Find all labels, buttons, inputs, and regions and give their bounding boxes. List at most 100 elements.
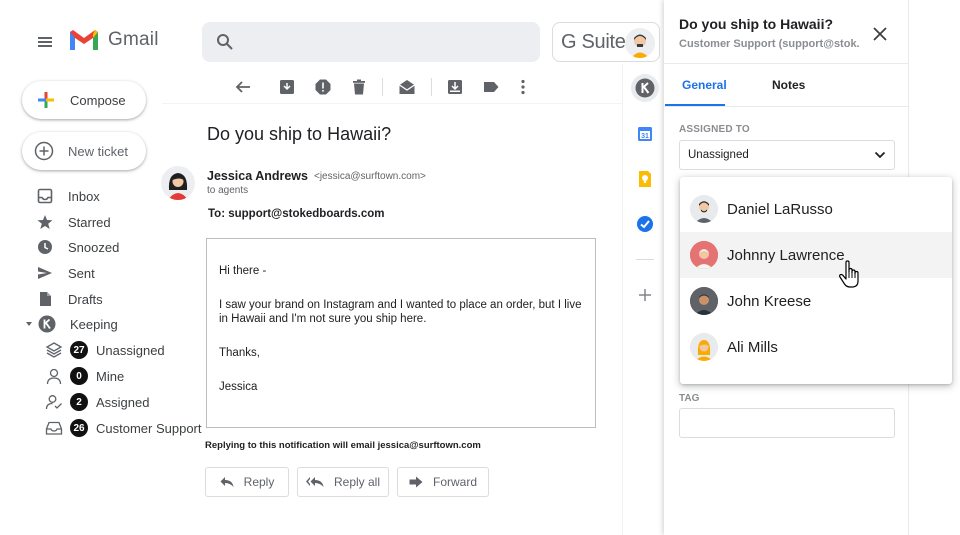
layers-icon: [44, 340, 64, 360]
sidebar-subitem-customer-support[interactable]: 26 Customer Support: [44, 417, 202, 439]
reply-all-button[interactable]: Reply all: [297, 467, 389, 497]
caret-down-icon[interactable]: [24, 319, 34, 329]
sidebar-item-label: Snoozed: [68, 239, 120, 255]
close-icon[interactable]: [870, 24, 890, 44]
assignee-name: Ali Mills: [727, 338, 778, 356]
tab-notes[interactable]: Notes: [772, 78, 805, 92]
reply-label: Reply: [243, 475, 275, 489]
app-name: Gmail: [108, 29, 159, 50]
sidebar-item-label: Inbox: [68, 188, 100, 204]
main-menu-button[interactable]: [30, 27, 60, 57]
search-input[interactable]: [202, 22, 540, 62]
tag-label: TAG: [679, 393, 700, 404]
sidebar-item-label: Sent: [68, 265, 95, 281]
inbox-icon: [36, 187, 54, 205]
assigned-to-select[interactable]: Unassigned: [679, 140, 895, 170]
panel-title: Do you ship to Hawaii?: [679, 16, 834, 32]
compose-label: Compose: [70, 92, 126, 108]
back-arrow-icon[interactable]: [234, 78, 252, 96]
more-vert-icon[interactable]: [514, 78, 532, 96]
toolbar-separator: [431, 78, 432, 96]
sidebar-item-label: Assigned: [96, 394, 150, 410]
forward-label: Forward: [432, 475, 477, 489]
panel-subtitle: Customer Support (support@stok...: [679, 38, 859, 50]
report-spam-icon[interactable]: [314, 78, 332, 96]
count-badge: 0: [70, 367, 88, 385]
assignee-option[interactable]: Daniel LaRusso: [680, 186, 952, 232]
recipient-meta[interactable]: to agents: [207, 185, 248, 196]
message-subject: Do you ship to Hawaii?: [207, 124, 392, 144]
user-avatar-icon: [631, 34, 649, 58]
add-addon-icon[interactable]: [636, 286, 654, 304]
count-badge: 26: [70, 419, 88, 437]
add-circle-icon: [34, 141, 54, 161]
keeping-addon-button[interactable]: [631, 74, 659, 102]
sidebar-item-starred[interactable]: Starred: [36, 211, 111, 233]
toolbar-divider: [162, 103, 622, 104]
keep-notes-icon[interactable]: [636, 170, 654, 188]
assignee-option[interactable]: John Kreese: [680, 278, 952, 324]
body-greeting: Hi there -: [219, 265, 267, 277]
panel-header-divider: [664, 63, 908, 64]
label-icon[interactable]: [482, 78, 500, 96]
sender-name[interactable]: Jessica Andrews: [207, 169, 308, 183]
sender-email: <jessica@surftown.com>: [314, 171, 426, 182]
avatar: [690, 333, 718, 361]
sidebar-subitem-mine[interactable]: 0 Mine: [44, 365, 124, 387]
body-closing: Thanks,: [219, 347, 260, 359]
sidebar-subitem-assigned[interactable]: 2 Assigned: [44, 391, 149, 413]
search-icon[interactable]: [216, 33, 234, 51]
keeping-logo-icon: [635, 78, 655, 98]
avatar: [690, 241, 718, 269]
draft-icon: [36, 290, 54, 308]
sidebar-item-label: Keeping: [70, 316, 118, 332]
body-paragraph: I saw your brand on Instagram and I want…: [219, 299, 582, 325]
sidebar-subitem-unassigned[interactable]: 27 Unassigned: [44, 339, 165, 361]
avatar-ali-icon: [690, 333, 718, 361]
plus-color-icon: [38, 92, 54, 108]
sidebar-item-inbox[interactable]: Inbox: [36, 185, 100, 207]
calendar-icon[interactable]: 31: [636, 125, 654, 143]
avatar: [690, 195, 718, 223]
reply-all-icon: [305, 477, 324, 487]
tasks-icon[interactable]: [636, 215, 654, 233]
assignee-name: John Kreese: [727, 292, 812, 310]
assignee-name: Johnny Lawrence: [727, 246, 845, 264]
forward-button[interactable]: Forward: [397, 467, 489, 497]
sidebar-item-label: Unassigned: [96, 342, 165, 358]
tab-general[interactable]: General: [682, 78, 727, 92]
reply-icon: [220, 477, 234, 487]
new-ticket-button[interactable]: New ticket: [22, 132, 146, 170]
gsuite-account-button[interactable]: G Suite: [552, 22, 660, 62]
reply-button[interactable]: Reply: [205, 467, 289, 497]
rail-divider: [622, 64, 623, 535]
mark-read-icon[interactable]: [398, 78, 416, 96]
reply-all-label: Reply all: [333, 475, 381, 489]
tag-input[interactable]: [679, 408, 895, 438]
gmail-logo[interactable]: Gmail: [68, 28, 159, 52]
assignee-option[interactable]: Ali Mills: [680, 324, 952, 370]
account-avatar[interactable]: [625, 28, 655, 58]
compose-button[interactable]: Compose: [22, 81, 146, 119]
delete-icon[interactable]: [350, 78, 368, 96]
sidebar-item-snoozed[interactable]: Snoozed: [36, 236, 119, 258]
new-ticket-label: New ticket: [68, 143, 128, 159]
hand-cursor-icon: [838, 260, 859, 288]
sender-avatar: [161, 166, 195, 200]
toolbar-separator: [382, 78, 383, 96]
assignee-option[interactable]: Johnny Lawrence: [680, 232, 952, 278]
count-badge: 2: [70, 393, 88, 411]
send-icon: [36, 264, 54, 282]
sidebar-item-keeping[interactable]: Keeping: [24, 313, 118, 335]
archive-icon[interactable]: [278, 78, 296, 96]
sidebar-item-drafts[interactable]: Drafts: [36, 288, 103, 310]
keeping-logo-icon: [38, 315, 56, 333]
move-to-icon[interactable]: [446, 78, 464, 96]
assigned-to-label: ASSIGNED TO: [679, 124, 750, 135]
clock-icon: [36, 238, 54, 256]
count-badge: 27: [70, 341, 88, 359]
svg-text:31: 31: [641, 133, 649, 140]
rail-separator: [636, 259, 654, 260]
assigned-value: Unassigned: [688, 149, 749, 161]
sidebar-item-sent[interactable]: Sent: [36, 262, 95, 284]
